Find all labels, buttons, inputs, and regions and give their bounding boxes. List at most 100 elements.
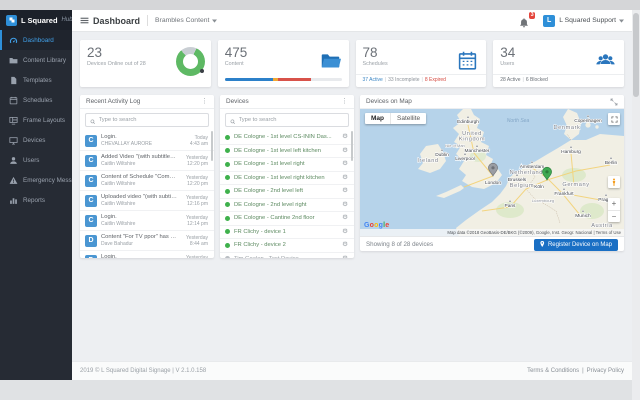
map-label: Berlin (605, 160, 618, 166)
map-label: Ireland (417, 158, 438, 164)
activity-row[interactable]: CUploaded video "(with subtitles)...Cait… (80, 191, 214, 211)
page-scrollbar-thumb[interactable] (633, 13, 639, 97)
footer-links-separator: | (582, 368, 584, 374)
terms-link[interactable]: Terms & Conditions (527, 368, 579, 374)
gear-icon[interactable]: ⚙ (342, 215, 348, 222)
sidebar-item-label: Reports (23, 197, 45, 204)
breakdown-item: 33 Incomplete (388, 77, 419, 83)
expand-icon[interactable] (610, 98, 618, 106)
device-row[interactable]: FR Clichy - device 1⚙ (220, 226, 354, 240)
brand-logo[interactable]: L Squared Hub (0, 10, 72, 30)
sidebar-item-templates[interactable]: Templates (0, 70, 72, 90)
sidebar-item-label: Dashboard (23, 37, 54, 44)
activity-row[interactable]: CLogin.Caitlin WiltshireYesterday12:14 p… (80, 211, 214, 231)
map-device-count: Showing 8 of 28 devices (366, 241, 433, 248)
devices-search-input[interactable] (239, 117, 345, 123)
gear-icon[interactable]: ⚙ (342, 256, 348, 259)
device-status-dot-online (225, 216, 230, 221)
map-city-dot (509, 200, 511, 202)
gear-icon[interactable]: ⚙ (342, 175, 348, 182)
map-type-map-button[interactable]: Map (365, 113, 391, 124)
devices-scrollbar[interactable] (351, 131, 354, 161)
device-row[interactable]: DE Cologne - Cantine 2nd floor ⚙ (220, 212, 354, 226)
more-options-icon[interactable]: ⋮ (201, 98, 208, 105)
sidebar-item-label: Devices (23, 137, 45, 144)
device-row[interactable]: DE Cologne - 1st level right⚙ (220, 158, 354, 172)
map-city-dot (605, 194, 607, 196)
org-selector-dropdown[interactable]: Brambles Content (155, 17, 217, 24)
notifications-button[interactable]: 3 (519, 15, 531, 27)
user-menu[interactable]: L Squared Support (559, 17, 616, 24)
copyright-text: 2019 © L Squared Digital Signage | V 2.1… (80, 368, 206, 374)
sidebar-item-devices[interactable]: Devices (0, 130, 72, 150)
bar-segment-approved (225, 78, 273, 81)
zoom-in-button[interactable]: + (608, 198, 620, 211)
privacy-link[interactable]: Privacy Policy (587, 368, 624, 374)
avatar[interactable]: L (543, 15, 555, 27)
sidebar-item-dashboard[interactable]: Dashboard (0, 30, 72, 50)
activity-row[interactable]: DLogin.Dave BahadurYesterday8:41 am (80, 251, 214, 258)
map-label: Germany (562, 182, 589, 188)
gear-icon[interactable]: ⚙ (342, 148, 348, 155)
users-group-icon (595, 50, 616, 71)
sidebar-item-schedules[interactable]: Schedules (0, 90, 72, 110)
fullscreen-icon (611, 110, 618, 128)
device-row[interactable]: DE Cologne - 2nd level right ⚙ (220, 199, 354, 213)
activity-timestamp: Yesterday12:14 pm (182, 215, 208, 227)
map-label: London (485, 180, 501, 186)
device-row[interactable]: DE Cologne - 1st level left kitchen⚙ (220, 145, 354, 159)
activity-avatar: C (85, 215, 97, 227)
activity-avatar: D (85, 255, 97, 259)
activity-title: Uploaded video "(with subtitles)... (101, 194, 178, 200)
activity-list: CLogin.CHEVALLAY AUROREToday4:43 amCAdde… (80, 131, 214, 258)
sidebar-item-users[interactable]: Users (0, 150, 72, 170)
map-fullscreen-button[interactable] (608, 113, 620, 125)
activity-timestamp: Yesterday12:20 pm (182, 155, 208, 167)
map-label: Köln (534, 184, 544, 190)
zoom-out-button[interactable]: − (608, 211, 620, 223)
activity-row[interactable]: CAdded Video "(with subtitles) Mi...Cait… (80, 151, 214, 171)
device-row[interactable]: DE Cologne - 2nd level left⚙ (220, 185, 354, 199)
device-name: DE Cologne - 2nd level right (234, 202, 338, 208)
gear-icon[interactable]: ⚙ (342, 202, 348, 209)
breakdown-separator: | (422, 77, 423, 83)
menu-icon[interactable] (80, 16, 89, 25)
gear-icon[interactable]: ⚙ (342, 229, 348, 236)
register-device-button[interactable]: Register Device on Map (534, 239, 618, 251)
pegman-icon (610, 173, 618, 191)
gear-icon[interactable]: ⚙ (342, 188, 348, 195)
device-row[interactable]: DE Cologne - 1st level CS-ININ Das...⚙ (220, 131, 354, 145)
gear-icon[interactable]: ⚙ (342, 134, 348, 141)
sidebar-item-reports[interactable]: Reports (0, 190, 72, 210)
sidebar-item-content-library[interactable]: Content Library (0, 50, 72, 70)
activity-row[interactable]: CContent of Schedule "Communic...Caitlin… (80, 171, 214, 191)
page-scrollbar[interactable] (632, 10, 640, 400)
google-map[interactable]: North SeaEdinburghUnitedKingdomIsle of M… (360, 109, 624, 236)
sidebar-item-frame-layouts[interactable]: Frame Layouts (0, 110, 72, 130)
activity-timestamp: Yesterday12:16 pm (182, 195, 208, 207)
gear-icon[interactable]: ⚙ (342, 161, 348, 168)
map-city-dot (516, 174, 518, 176)
device-row[interactable]: DE Cologne - 1st level right kitchen⚙ (220, 172, 354, 186)
topbar: Dashboard Brambles Content 3 L L Squared… (72, 10, 632, 32)
users-card: 34 Users 28 Active|6 Blocked (493, 40, 624, 87)
device-row[interactable]: FR Clichy - device 2⚙ (220, 239, 354, 253)
gear-icon[interactable]: ⚙ (342, 242, 348, 249)
map-pegman-control[interactable] (608, 176, 620, 188)
activity-row[interactable]: CLogin.CHEVALLAY AUROREToday4:43 am (80, 131, 214, 151)
map-city-dot (531, 161, 533, 163)
activity-search (85, 113, 209, 127)
device-name: DE Cologne - Cantine 2nd floor (234, 215, 338, 221)
activity-scrollbar[interactable] (211, 131, 214, 161)
devices-online-card: 23 Devices Online out of 28 (80, 40, 211, 87)
panels-row: Recent Activity Log ⋮ CLogin.CHEVALLAY A… (80, 95, 624, 258)
activity-text: Added Video "(with subtitles) Mi...Caitl… (101, 154, 178, 168)
more-options-icon[interactable]: ⋮ (341, 98, 348, 105)
sidebar-item-emergency-message[interactable]: Emergency Message (0, 170, 72, 190)
map-zoom-control: + − (608, 198, 620, 222)
map-type-satellite-button[interactable]: Satellite (391, 113, 426, 124)
map-label: Liverpool (455, 156, 474, 162)
activity-row[interactable]: DContent "For TV ppor" has been ...Dave … (80, 231, 214, 251)
activity-search-input[interactable] (99, 117, 205, 123)
device-row[interactable]: Tim Goalen - Test Device⚙ (220, 253, 354, 259)
